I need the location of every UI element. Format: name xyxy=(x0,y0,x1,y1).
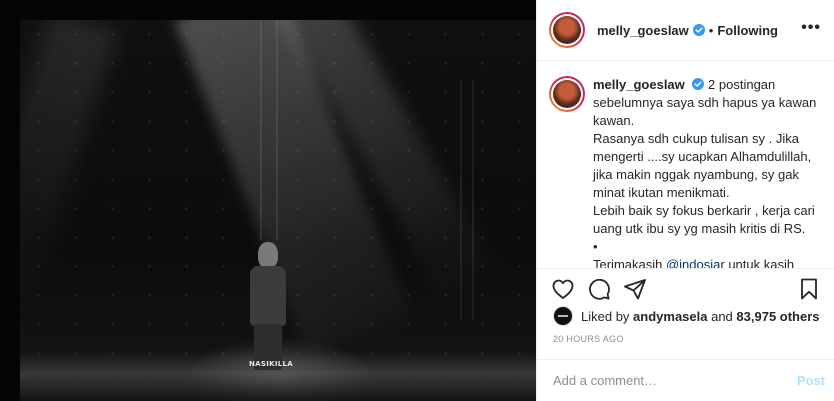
caption-username[interactable]: melly_goeslaw xyxy=(593,77,685,92)
liker-avatar[interactable] xyxy=(553,306,573,326)
caption-bullet: • xyxy=(593,239,598,254)
likes-text: Liked by andymasela and 83,975 others xyxy=(581,309,820,324)
comment-box: Post xyxy=(537,359,834,401)
comment-icon[interactable] xyxy=(587,277,611,301)
performer-figure xyxy=(242,242,294,372)
photo-watermark: NASIKILLA xyxy=(249,360,293,368)
concert-stage-image: NASIKILLA xyxy=(20,20,536,401)
mention-link[interactable]: @indosiar xyxy=(666,257,725,268)
action-bar xyxy=(537,268,834,308)
share-icon[interactable] xyxy=(623,277,647,301)
caption-line: Rasanya sdh cukup tulisan sy . Jika meng… xyxy=(593,131,812,200)
caption-line: Terimakasih xyxy=(593,257,666,268)
post-header: melly_goeslaw • Following ••• xyxy=(537,0,834,61)
user-avatar[interactable] xyxy=(549,12,585,48)
heart-icon[interactable] xyxy=(551,277,575,301)
post-timestamp[interactable]: 20 HOURS AGO xyxy=(553,334,624,344)
separator-dot: • xyxy=(708,22,714,38)
header-username[interactable]: melly_goeslaw xyxy=(597,23,689,38)
caption-avatar[interactable] xyxy=(549,76,585,112)
caption-text: melly_goeslaw 2 postingan sebelumnya say… xyxy=(593,76,819,268)
more-horizontal-icon[interactable]: ••• xyxy=(801,20,821,36)
post-comment-button[interactable]: Post xyxy=(797,373,825,388)
likes-middle: and xyxy=(707,308,737,324)
liker-username[interactable]: andymasela xyxy=(633,309,707,324)
post-side-panel: melly_goeslaw • Following ••• melly_goes… xyxy=(536,0,834,401)
likes-count[interactable]: 83,975 others xyxy=(736,309,819,324)
verified-badge-icon xyxy=(692,24,705,36)
verified-badge-icon xyxy=(692,78,705,90)
following-button[interactable]: Following xyxy=(717,23,778,38)
likes-prefix: Liked by xyxy=(581,308,634,324)
comment-input[interactable] xyxy=(553,373,797,388)
bookmark-icon[interactable] xyxy=(797,277,821,301)
caption-line: untuk kasih xyxy=(724,257,795,268)
caption-line: Lebih baik sy fokus berkarir , kerja car… xyxy=(593,203,815,236)
post-caption: melly_goeslaw 2 postingan sebelumnya say… xyxy=(537,62,834,268)
post-photo[interactable]: NASIKILLA xyxy=(0,0,536,401)
likes-row: Liked by andymasela and 83,975 others xyxy=(553,306,820,326)
